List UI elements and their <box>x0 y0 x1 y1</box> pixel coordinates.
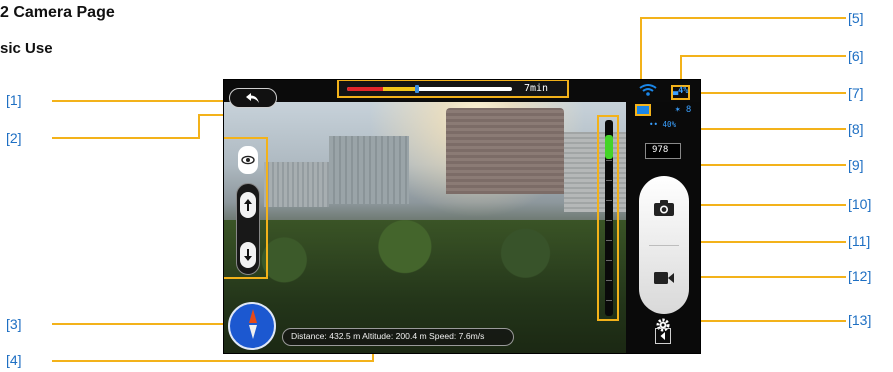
callout-4: [4] <box>6 352 22 368</box>
section-subtitle: sic Use <box>0 40 53 57</box>
leader-1 <box>52 100 226 102</box>
compass-north-needle <box>249 309 257 323</box>
gps-status: ✶ 8 <box>675 105 692 115</box>
leader-4 <box>52 360 374 362</box>
callout-11: [11] <box>848 233 871 249</box>
callout-8: [8] <box>848 121 864 137</box>
leader-3 <box>52 323 232 325</box>
camera-screen: 7min Distance: 432.5 m Altitude: 200.4 m… <box>223 79 701 354</box>
callout-2: [2] <box>6 130 22 146</box>
battery-status-text: ▃4‏‏% <box>673 86 689 96</box>
video-camera-icon <box>654 272 674 284</box>
scale-tick <box>606 180 612 181</box>
scale-tick <box>606 220 612 221</box>
callout-7: [7] <box>848 85 864 101</box>
battery-yellow-segment <box>383 87 415 91</box>
callout-12: [12] <box>848 268 872 284</box>
flight-telemetry: Distance: 432.5 m Altitude: 200.4 m Spee… <box>282 328 514 346</box>
photo-capture-button[interactable] <box>643 184 685 232</box>
collapse-panel-button[interactable] <box>655 328 671 344</box>
wifi-icon <box>639 84 657 96</box>
compass-icon <box>228 302 276 350</box>
remote-signal-icon <box>635 104 651 116</box>
callout-10: [10] <box>848 196 872 212</box>
building <box>264 162 329 207</box>
gimbal-pitch-control <box>236 183 260 275</box>
altitude-readout: 978 <box>645 143 681 159</box>
gimbal-up-button[interactable] <box>240 192 256 218</box>
callout-9: [9] <box>848 157 864 173</box>
leader-5 <box>640 17 846 19</box>
callout-1: [1] <box>6 92 22 108</box>
battery-time-bar: 7min <box>337 80 569 98</box>
building <box>446 108 564 194</box>
leader-2 <box>52 137 200 139</box>
back-arrow-icon <box>246 93 259 103</box>
camera-view[interactable] <box>224 102 626 353</box>
gimbal-down-button[interactable] <box>240 242 256 268</box>
camera-icon <box>654 200 674 216</box>
section-title: 2 Camera Page <box>0 4 115 21</box>
scale-tick <box>606 160 612 161</box>
scale-tick <box>606 300 612 301</box>
scale-tick <box>606 240 612 241</box>
leader-7 <box>700 92 846 94</box>
callout-13: [13] <box>848 312 872 328</box>
collapse-arrow-icon <box>660 332 665 340</box>
scale-tick <box>606 280 612 281</box>
altitude-indicator <box>605 135 613 159</box>
scale-tick <box>606 260 612 261</box>
callout-6: [6] <box>848 48 864 64</box>
battery-marker <box>415 85 419 93</box>
battery-red-segment <box>347 87 383 91</box>
compass-south-needle <box>249 325 257 339</box>
battery-track <box>347 85 512 93</box>
video-record-button[interactable] <box>643 254 685 302</box>
battery-time-text: 7min <box>524 83 549 94</box>
telemetry-text: Distance: 432.5 m Altitude: 200.4 m Spee… <box>291 331 485 341</box>
building <box>329 136 409 204</box>
capture-divider <box>649 245 679 246</box>
scale-tick <box>606 200 612 201</box>
leader-2-riser <box>198 115 200 139</box>
callout-5: [5] <box>848 10 864 26</box>
down-arrow-icon <box>244 249 252 261</box>
signal-strength-text: •• 40% <box>649 120 677 129</box>
up-arrow-icon <box>244 199 252 211</box>
eye-icon <box>241 155 255 165</box>
view-toggle-button[interactable] <box>238 146 258 174</box>
altitude-readout-text: 978 <box>652 145 669 155</box>
callout-3: [3] <box>6 316 22 332</box>
leader-6 <box>680 55 846 57</box>
back-button[interactable] <box>229 88 277 108</box>
